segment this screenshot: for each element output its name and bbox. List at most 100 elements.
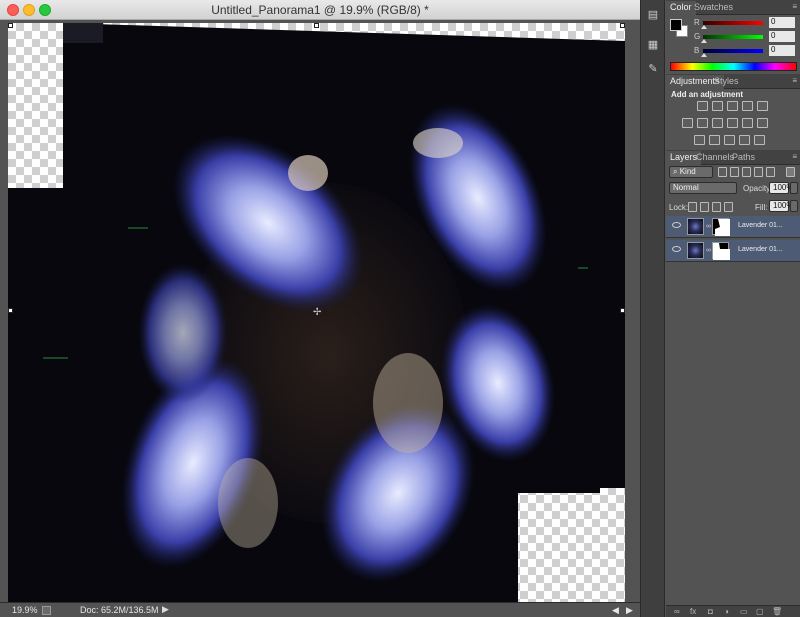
adjustments-panel-tabs: Adjustments Styles ≡: [666, 74, 800, 89]
brightness-contrast-icon[interactable]: [697, 101, 708, 111]
blue-value-field[interactable]: 0: [769, 45, 795, 56]
new-group-icon[interactable]: ▭: [740, 607, 748, 616]
red-value-field[interactable]: 0: [769, 17, 795, 28]
opacity-dropdown-icon[interactable]: [790, 182, 798, 194]
red-slider[interactable]: [703, 21, 763, 25]
posterize-icon[interactable]: [709, 135, 720, 145]
color-balance-icon[interactable]: [697, 118, 708, 128]
tab-swatches[interactable]: Swatches: [690, 1, 737, 15]
panel-menu-icon[interactable]: ≡: [792, 76, 797, 85]
filter-pixel-icon[interactable]: [718, 167, 727, 177]
tab-styles[interactable]: Styles: [710, 75, 743, 89]
tab-paths[interactable]: Paths: [728, 151, 759, 165]
vibrance-icon[interactable]: [757, 101, 768, 111]
filter-type-icon[interactable]: [742, 167, 751, 177]
lock-icon[interactable]: [724, 202, 733, 212]
brush-icon[interactable]: ✎: [646, 62, 660, 76]
artboard[interactable]: ✢: [8, 23, 625, 602]
filter-smart-object-icon[interactable]: [766, 167, 775, 177]
invert-icon[interactable]: [694, 135, 705, 145]
link-icon[interactable]: ∞: [706, 223, 711, 230]
history-icon[interactable]: ▤: [646, 8, 660, 22]
channel-label: R: [694, 18, 700, 27]
color-lookup-icon[interactable]: [757, 118, 768, 128]
doc-size: Doc: 65.2M/136.5M: [80, 605, 159, 615]
layers-panel-tabs: Layers Channels Paths ≡: [666, 150, 800, 165]
scroll-right-icon[interactable]: ▶: [626, 605, 633, 616]
hue-saturation-icon[interactable]: [682, 118, 693, 128]
selective-color-icon[interactable]: [754, 135, 765, 145]
lock-position-icon[interactable]: [712, 202, 721, 212]
title-bar[interactable]: Untitled_Panorama1 @ 19.9% (RGB/8) *: [0, 0, 640, 20]
layer-thumbnail[interactable]: [687, 218, 704, 235]
transform-handle-e[interactable]: [620, 308, 625, 313]
fill-dropdown-icon[interactable]: [790, 200, 798, 212]
curves-icon[interactable]: [727, 101, 738, 111]
blue-slider[interactable]: [703, 49, 763, 53]
transform-handle-ne[interactable]: [620, 23, 625, 28]
blue-slider-knob[interactable]: [701, 53, 707, 57]
fill-field[interactable]: 100%: [769, 200, 793, 212]
foreground-color-swatch[interactable]: [670, 19, 682, 31]
threshold-icon[interactable]: [724, 135, 735, 145]
new-adjustment-icon[interactable]: ◑: [724, 607, 729, 616]
opacity-field[interactable]: 100%: [769, 182, 793, 194]
eye-icon[interactable]: [672, 246, 681, 252]
new-layer-icon[interactable]: ▢: [756, 607, 764, 616]
search-icon: ⌕: [673, 167, 680, 176]
transform-handle-nw[interactable]: [8, 23, 13, 28]
delete-layer-icon[interactable]: 🗑: [772, 607, 782, 616]
layer-name[interactable]: Lavender 01...: [738, 222, 783, 229]
status-icon[interactable]: [42, 606, 51, 615]
channel-label: G: [694, 32, 701, 41]
transform-handle-n[interactable]: [314, 23, 319, 28]
filter-shape-icon[interactable]: [754, 167, 763, 177]
properties-icon[interactable]: ▦: [646, 38, 660, 52]
layer-name[interactable]: Lavender 01...: [738, 246, 783, 253]
photo-filter-icon[interactable]: [727, 118, 738, 128]
link-layers-icon[interactable]: ∞: [674, 607, 680, 616]
color-row-red: R 0: [694, 17, 800, 30]
panel-menu-icon[interactable]: ≡: [792, 152, 797, 161]
layer-row[interactable]: ∞ Lavender 01...: [666, 240, 800, 262]
levels-icon[interactable]: [712, 101, 723, 111]
add-mask-icon[interactable]: ◘: [708, 607, 713, 616]
zoom-level[interactable]: 19.9%: [12, 605, 38, 615]
opacity-label: Opacity:: [743, 184, 773, 193]
blend-mode-value: Normal: [673, 183, 699, 192]
blend-mode-select[interactable]: Normal: [669, 182, 737, 194]
transform-handle-w[interactable]: [8, 308, 13, 313]
red-slider-knob[interactable]: [701, 25, 707, 29]
layer-mask-thumbnail[interactable]: [712, 218, 730, 236]
gradient-map-icon[interactable]: [739, 135, 750, 145]
black-white-icon[interactable]: [712, 118, 723, 128]
exposure-icon[interactable]: [742, 101, 753, 111]
filter-adjustment-icon[interactable]: [730, 167, 739, 177]
channel-mixer-icon[interactable]: [742, 118, 753, 128]
green-slider[interactable]: [703, 35, 763, 39]
filter-kind-value: Kind: [679, 167, 696, 176]
color-spectrum-ramp[interactable]: [670, 62, 797, 71]
status-bar: 19.9% Doc: 65.2M/136.5M ▶ ◀ ▶: [0, 602, 640, 617]
layer-thumbnail[interactable]: [687, 242, 704, 259]
scroll-left-icon[interactable]: ◀: [612, 605, 619, 616]
filter-kind-select[interactable]: ⌕ Kind: [669, 166, 713, 178]
status-menu-arrow-icon[interactable]: ▶: [162, 604, 169, 615]
document-title: Untitled_Panorama1 @ 19.9% (RGB/8) *: [211, 3, 429, 17]
right-panel-dock: ▤ ▦ ✎ Color Swatches ≡ R 0 G 0 B 0 Adjus…: [640, 0, 800, 617]
link-icon[interactable]: ∞: [706, 247, 711, 254]
channel-label: B: [694, 46, 700, 55]
green-slider-knob[interactable]: [701, 39, 707, 43]
layer-row[interactable]: ∞ Lavender 01...: [666, 216, 800, 238]
color-row-blue: B 0: [694, 45, 800, 58]
lock-transparent-icon[interactable]: [688, 202, 697, 212]
filter-toggle-icon[interactable]: [786, 167, 795, 177]
eye-icon[interactable]: [672, 222, 681, 228]
layer-style-icon[interactable]: fx: [690, 607, 696, 616]
lock-image-icon[interactable]: [700, 202, 709, 212]
canvas-area[interactable]: ✢: [0, 20, 640, 602]
layer-mask-thumbnail[interactable]: [712, 242, 730, 260]
svg-text:✢: ✢: [313, 307, 321, 318]
green-value-field[interactable]: 0: [769, 31, 795, 42]
panel-menu-icon[interactable]: ≡: [792, 2, 797, 11]
